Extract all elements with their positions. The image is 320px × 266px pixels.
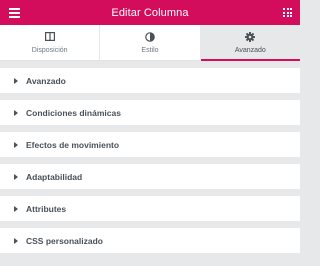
- section-label: Condiciones dinámicas: [26, 107, 121, 118]
- caret-right-icon: [14, 141, 18, 148]
- section-label: Efectos de movimiento: [26, 139, 120, 150]
- section-label: Avanzado: [26, 75, 66, 86]
- section-attributes[interactable]: Attributes: [0, 196, 300, 221]
- gear-icon: [245, 31, 256, 42]
- tab-bar: Disposición Estilo Avanzado: [0, 25, 301, 61]
- section-custom-css[interactable]: CSS personalizado: [0, 228, 300, 253]
- section-advanced[interactable]: Avanzado: [0, 68, 300, 93]
- section-responsive[interactable]: Adaptabilidad: [0, 164, 300, 189]
- section-dynamic-conditions[interactable]: Condiciones dinámicas: [0, 100, 300, 125]
- tab-advanced[interactable]: Avanzado: [200, 25, 301, 61]
- contrast-icon: [145, 31, 155, 42]
- caret-right-icon: [14, 77, 18, 84]
- section-label: CSS personalizado: [26, 235, 103, 246]
- section-label: Attributes: [26, 203, 67, 214]
- caret-right-icon: [14, 205, 18, 212]
- section-motion-effects[interactable]: Efectos de movimiento: [0, 132, 300, 157]
- caret-right-icon: [14, 173, 18, 180]
- panel-header: Editar Columna: [0, 0, 300, 25]
- columns-icon: [44, 32, 55, 42]
- sections-list: Avanzado Condiciones dinámicas Efectos d…: [0, 68, 300, 253]
- panel-title: Editar Columna: [111, 6, 189, 19]
- tab-label: Disposición: [31, 46, 68, 54]
- hamburger-icon[interactable]: [9, 8, 20, 18]
- tab-style[interactable]: Estilo: [100, 25, 201, 60]
- caret-right-icon: [14, 237, 18, 244]
- tab-layout[interactable]: Disposición: [0, 25, 101, 60]
- caret-right-icon: [14, 109, 18, 116]
- grid-icon[interactable]: [283, 8, 292, 17]
- tab-label: Estilo: [141, 46, 159, 54]
- section-label: Adaptabilidad: [26, 171, 83, 182]
- tab-label: Avanzado: [234, 46, 266, 54]
